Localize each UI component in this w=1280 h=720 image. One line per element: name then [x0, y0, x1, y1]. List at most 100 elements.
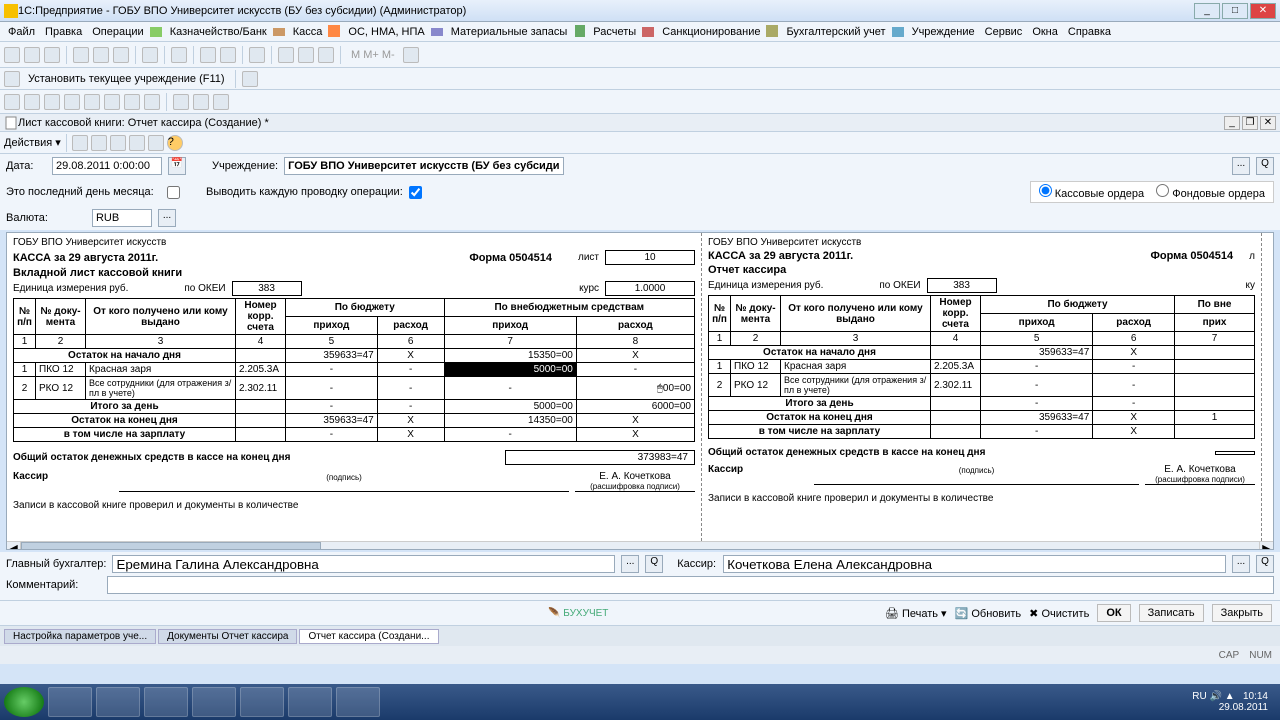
r11-icon[interactable] — [213, 94, 229, 110]
date-input[interactable] — [52, 157, 162, 175]
menu-windows[interactable]: Окна — [1028, 24, 1062, 40]
menu-materials[interactable]: Материальные запасы — [447, 24, 572, 40]
taskbar-app-5[interactable] — [240, 687, 284, 717]
doc-minimize-button[interactable]: _ — [1224, 116, 1240, 130]
institution-select-button[interactable]: ... — [1232, 157, 1250, 175]
doc-close-button[interactable]: ✕ — [1260, 116, 1276, 130]
cashier-open-button[interactable]: Q — [1256, 555, 1274, 573]
comment-input[interactable] — [107, 576, 1274, 594]
menu-sanction[interactable]: Санкционирование — [658, 24, 764, 40]
r1-icon[interactable] — [4, 94, 20, 110]
menu-institution[interactable]: Учреждение — [908, 24, 979, 40]
menu-treasury[interactable]: Казначейство/Банк — [166, 24, 271, 40]
table-icon[interactable] — [298, 47, 314, 63]
r2-icon[interactable] — [24, 94, 40, 110]
menu-cash[interactable]: Касса — [289, 24, 327, 40]
cashier-input[interactable] — [723, 555, 1226, 573]
menu-assets[interactable]: ОС, НМА, НПА — [344, 24, 428, 40]
last-day-label: Это последний день месяца: — [6, 186, 161, 198]
menu-file[interactable]: Файл — [4, 24, 39, 40]
act-help-icon[interactable]: ? — [167, 135, 183, 151]
chief-select-button[interactable]: ... — [621, 555, 639, 573]
taskbar-app-3[interactable] — [144, 687, 188, 717]
cut-icon[interactable] — [73, 47, 89, 63]
undo-icon[interactable] — [200, 47, 216, 63]
calendar-button[interactable]: 📅 — [168, 157, 186, 175]
tab-report[interactable]: Отчет кассира (Создани... — [299, 629, 438, 644]
actions-dropdown[interactable]: Действия ▾ — [4, 136, 61, 149]
taskbar-app-2[interactable] — [96, 687, 140, 717]
currency-label: Валюта: — [6, 212, 48, 224]
set-institution-button[interactable]: Установить текущее учреждение (F11) — [24, 73, 229, 85]
list-icon[interactable] — [242, 71, 258, 87]
close-button[interactable]: ✕ — [1250, 3, 1276, 19]
r7-icon[interactable] — [124, 94, 140, 110]
cash-table-left: № п/п № доку-мента От кого получено или … — [13, 298, 695, 442]
tab-settings[interactable]: Настройка параметров уче... — [4, 629, 156, 644]
minimize-button[interactable]: _ — [1194, 3, 1220, 19]
taskbar-app-6[interactable] — [288, 687, 332, 717]
close-doc-button[interactable]: Закрыть — [1212, 604, 1272, 622]
copy-icon[interactable] — [93, 47, 109, 63]
save-button[interactable]: Записать — [1139, 604, 1204, 622]
clear-button[interactable]: ✖ Очистить — [1029, 607, 1089, 620]
menu-edit[interactable]: Правка — [41, 24, 86, 40]
form-row-2: Это последний день месяца: Выводить кажд… — [0, 178, 1280, 206]
taskbar-app-4[interactable] — [192, 687, 236, 717]
last-day-checkbox[interactable] — [167, 186, 180, 199]
cells-icon[interactable] — [318, 47, 334, 63]
r3-icon[interactable] — [44, 94, 60, 110]
system-tray[interactable]: RU 🔊 ▲ 10:14 29.08.2011 — [1192, 691, 1276, 713]
print-button[interactable]: 🖨 Печать ▾ — [885, 607, 947, 620]
app-icon — [4, 4, 18, 18]
maximize-button[interactable]: □ — [1222, 3, 1248, 19]
paste-icon[interactable] — [113, 47, 129, 63]
act-save-icon[interactable] — [72, 135, 88, 151]
chief-input[interactable] — [112, 555, 615, 573]
help-icon[interactable] — [249, 47, 265, 63]
act-tree-icon[interactable] — [129, 135, 145, 151]
institution-open-button[interactable]: Q — [1256, 157, 1274, 175]
act-list-icon[interactable] — [91, 135, 107, 151]
r10-icon[interactable] — [193, 94, 209, 110]
bottom-form: Главный бухгалтер: ... Q Кассир: ... Q К… — [0, 552, 1280, 600]
print-icon[interactable] — [142, 47, 158, 63]
act-doc-icon[interactable] — [148, 135, 164, 151]
r8-icon[interactable] — [144, 94, 160, 110]
menu-calc[interactable]: Расчеты — [589, 24, 640, 40]
taskbar-app-7[interactable] — [336, 687, 380, 717]
r4-icon[interactable] — [64, 94, 80, 110]
cashier-select-button[interactable]: ... — [1232, 555, 1250, 573]
window-titlebar: 1С:Предприятие - ГОБУ ВПО Университет ис… — [0, 0, 1280, 22]
menu-service[interactable]: Сервис — [981, 24, 1027, 40]
report-toolbar — [0, 90, 1280, 114]
horizontal-scrollbar[interactable]: ◀ ▶ — [7, 541, 1273, 550]
r6-icon[interactable] — [104, 94, 120, 110]
menu-operations[interactable]: Операции — [88, 24, 147, 40]
redo-icon[interactable] — [220, 47, 236, 63]
menu-accounting[interactable]: Бухгалтерский учет — [782, 24, 889, 40]
ok-button[interactable]: ОК — [1097, 604, 1130, 622]
doc-restore-button[interactable]: ❐ — [1242, 116, 1258, 130]
open-icon[interactable] — [24, 47, 40, 63]
find-icon[interactable] — [171, 47, 187, 63]
new-icon[interactable] — [4, 47, 20, 63]
taskbar-app-1[interactable] — [48, 687, 92, 717]
r9-icon[interactable] — [173, 94, 189, 110]
grid-icon[interactable] — [278, 47, 294, 63]
currency-select-button[interactable]: ... — [158, 209, 176, 227]
cash-orders-radio — [1039, 184, 1052, 197]
tab-documents[interactable]: Документы Отчет кассира — [158, 629, 297, 644]
save-icon[interactable] — [44, 47, 60, 63]
r5-icon[interactable] — [84, 94, 100, 110]
currency-input[interactable] — [92, 209, 152, 227]
institution-input[interactable] — [284, 157, 564, 175]
home-icon[interactable] — [4, 71, 20, 87]
refresh-button[interactable]: 🔄 Обновить — [955, 607, 1022, 620]
show-each-checkbox[interactable] — [409, 186, 422, 199]
act-copy-icon[interactable] — [110, 135, 126, 151]
calc2-icon[interactable] — [403, 47, 419, 63]
chief-open-button[interactable]: Q — [645, 555, 663, 573]
menu-help[interactable]: Справка — [1064, 24, 1115, 40]
start-button[interactable] — [4, 687, 44, 717]
